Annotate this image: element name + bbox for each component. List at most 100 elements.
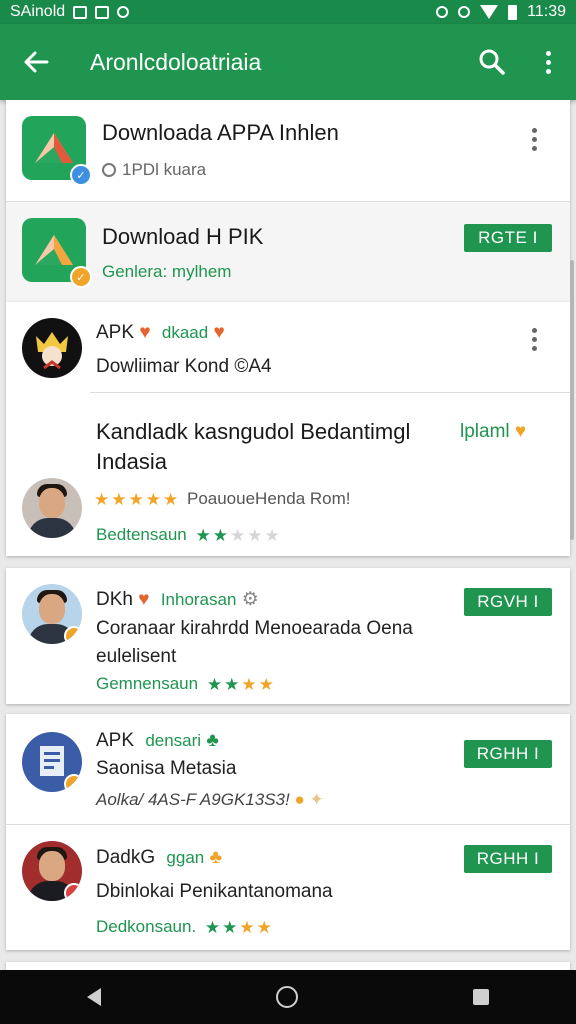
rating-stars: ★ ★ ★ ★ [205, 919, 272, 936]
avatar [22, 318, 82, 378]
star-icon: ★ [241, 675, 257, 695]
settings-icon: ⚙ [241, 589, 259, 610]
item-tag: Inhorasan [160, 590, 237, 609]
avatar [22, 841, 82, 901]
more-vert-icon [545, 50, 551, 74]
install-button[interactable]: RGHH I [464, 845, 552, 873]
back-button[interactable] [0, 24, 72, 100]
star-icon: ★ [222, 918, 238, 938]
item-subtitle: Saonisa Metasia [96, 758, 237, 779]
list-item[interactable]: DKh ♥ Inhorasan ⚙ RGVH I Coranaar kirahr… [6, 568, 570, 704]
image-icon [95, 5, 110, 19]
item-title-row: DKh ♥ Inhorasan ⚙ [96, 588, 259, 611]
app-logo-icon: ✓ [22, 116, 92, 186]
app-bar: Aronlcdoloatriaia [0, 24, 576, 100]
page-title: Aronlcdoloatriaia [90, 48, 262, 75]
star-icon: ★ [264, 526, 280, 546]
star-icon: ★ [247, 526, 263, 546]
clock: 11:39 [527, 3, 566, 20]
heart-icon: ♥ [514, 421, 527, 442]
star-icon: ★ [111, 490, 127, 510]
sparkle-icon: ✦ [309, 790, 324, 809]
star-icon: ★ [163, 490, 179, 510]
badge-icon: ✓ [70, 266, 92, 288]
item-tag: dkaad [161, 323, 209, 342]
notification-icon [117, 6, 130, 18]
overflow-menu-button[interactable] [520, 24, 576, 100]
rating-row: Dedkonsaun. ★ ★ ★ ★ [96, 917, 272, 937]
drop-icon: ● [294, 790, 305, 809]
scrollbar[interactable] [570, 260, 574, 540]
list-card: ✓ Downloada APPA Inhlen 1PDl kuara ✓ Dow… [6, 100, 570, 302]
rating-stars: ★ ★ ★ ★ ★ [195, 527, 279, 544]
flame-icon: ♥ [138, 589, 150, 610]
badge-icon [64, 626, 82, 644]
item-meta: Aolka/ 4AS-F A9GK13S3! ● ✦ [96, 790, 324, 809]
item-subtitle-line2: eulelisent [96, 646, 177, 667]
flame-icon: ♥ [213, 322, 225, 343]
nav-recents-icon[interactable] [472, 989, 489, 1005]
app-list: ✓ Downloada APPA Inhlen 1PDl kuara ✓ Dow… [0, 100, 576, 970]
list-card [6, 962, 570, 970]
list-item[interactable]: APK densari ♣ RGHH I Saonisa Metasia Aol… [6, 714, 570, 824]
more-vert-icon [532, 328, 537, 351]
nav-back-icon[interactable] [87, 988, 102, 1006]
wifi-icon [480, 5, 499, 19]
star-icon: ★ [145, 490, 161, 510]
item-subtitle: Genlera: mylhem [102, 262, 232, 281]
avatar [22, 732, 82, 792]
badge-icon [64, 883, 82, 901]
list-item[interactable]: ✓ Download H PIK Genlera: mylhem RGTE I [6, 202, 570, 302]
review-row: ★ ★ ★ ★ ★ PoauoueHenda Rom! [94, 489, 351, 509]
item-menu-button[interactable] [532, 128, 537, 151]
star-icon: ★ [94, 490, 110, 510]
avatar [22, 478, 82, 538]
list-item[interactable]: ✓ Downloada APPA Inhlen 1PDl kuara [6, 100, 570, 201]
more-vert-icon [532, 128, 537, 151]
star-icon: ★ [195, 526, 211, 546]
item-title-row: APK densari ♣ [96, 730, 219, 752]
vibrate-icon [458, 6, 471, 18]
status-bar: SAinold 11:39 [0, 0, 576, 24]
photo-icon [73, 5, 88, 19]
nav-home-icon[interactable] [275, 986, 298, 1008]
list-item[interactable]: APK ♥ dkaad ♥ Dowliimar Kond ©A4 [6, 302, 570, 392]
item-title: Kandladk kasngudol Bedantimgl [96, 419, 411, 444]
item-title: Download H PIK [102, 224, 264, 249]
item-title-row: APK ♥ dkaad ♥ [96, 322, 225, 344]
badge-icon [64, 774, 82, 792]
install-button[interactable]: RGVH I [464, 588, 552, 616]
list-card: APK ♥ dkaad ♥ Dowliimar Kond ©A4 Kandlad… [6, 302, 570, 556]
battery-icon [508, 4, 518, 20]
star-icon: ★ [229, 526, 246, 546]
rating-label: Dedkonsaun. [96, 917, 197, 936]
list-item[interactable]: Kandladk kasngudol Bedantimgl Indasia lp… [6, 393, 570, 556]
review-stars: ★ ★ ★ ★ ★ [94, 491, 178, 508]
item-title: APK [96, 322, 135, 343]
item-tag: densari [145, 731, 202, 750]
search-icon [479, 49, 505, 75]
list-item[interactable]: DadkG ggan ♣ RGHH I Dbinlokai Penikantan… [6, 825, 570, 950]
arrow-left-icon [24, 51, 49, 73]
star-icon: ★ [212, 526, 228, 546]
search-button[interactable] [464, 24, 520, 100]
leaf-icon: ♣ [209, 847, 222, 868]
item-menu-button[interactable] [532, 328, 537, 351]
item-subtitle: Coranaar kirahrdd Menoearada Oena [96, 618, 413, 639]
install-button[interactable]: RGHH I [464, 740, 552, 768]
list-card: DKh ♥ Inhorasan ⚙ RGVH I Coranaar kirahr… [6, 568, 570, 704]
rating-label: Gemnensaun [96, 674, 199, 693]
star-icon: ★ [224, 675, 240, 695]
star-icon: ★ [256, 918, 272, 938]
item-subtitle: Dowliimar Kond ©A4 [96, 356, 272, 377]
item-tag: lplaml ♥ [460, 421, 527, 442]
leaf-icon: ♣ [206, 730, 219, 751]
item-tag: ggan [166, 848, 205, 867]
sync-icon [436, 6, 449, 18]
rating-label: Bedtensaun [96, 525, 187, 544]
item-subtitle: Dbinlokai Penikantanomana [96, 881, 333, 902]
flame-icon: ♥ [139, 322, 151, 343]
install-button[interactable]: RGTE I [464, 224, 552, 252]
rating-row: Gemnensaun ★ ★ ★ ★ [96, 674, 274, 694]
list-card: APK densari ♣ RGHH I Saonisa Metasia Aol… [6, 714, 570, 950]
